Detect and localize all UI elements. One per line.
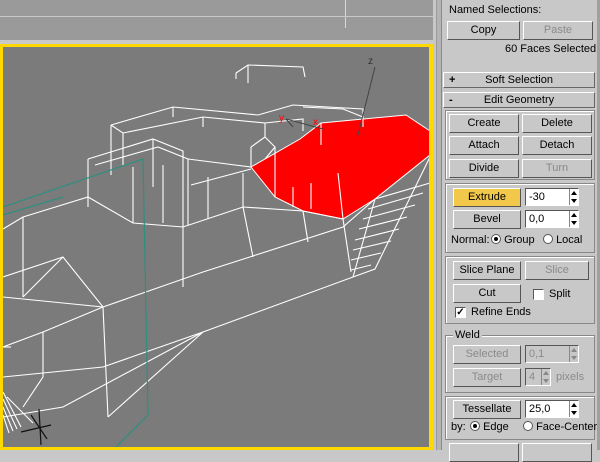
create-button[interactable]: Create bbox=[449, 114, 519, 133]
top-viewport[interactable] bbox=[0, 0, 433, 44]
app-window: z y x Named Selections: Copy Paste 60 Fa… bbox=[0, 0, 600, 462]
viewport-canvas[interactable]: z y x bbox=[3, 47, 433, 450]
extrude-amount-value[interactable]: -30 bbox=[529, 191, 545, 203]
tessellate-tension-value[interactable]: 25,0 bbox=[529, 403, 550, 415]
refine-ends-label: Refine Ends bbox=[471, 306, 531, 318]
split-checkbox[interactable] bbox=[533, 289, 544, 300]
radio-selected-icon[interactable] bbox=[491, 234, 501, 244]
slice-plane-button[interactable]: Slice Plane bbox=[453, 261, 521, 280]
rollout-collapse-icon: - bbox=[449, 94, 453, 106]
weld-title: Weld bbox=[453, 329, 482, 341]
selection-status: 60 Faces Selected bbox=[505, 43, 597, 55]
weld-pixels-value[interactable]: 4 bbox=[529, 371, 535, 383]
split-label: Split bbox=[549, 288, 571, 300]
grid-line bbox=[345, 0, 346, 28]
normal-local-label: Local bbox=[556, 234, 583, 246]
axis-label-y: y bbox=[279, 113, 284, 124]
bevel-amount-value[interactable]: 0,0 bbox=[529, 213, 544, 225]
weld-threshold-spinner[interactable]: 0,1 bbox=[525, 345, 579, 363]
tessellate-edge-label: Edge bbox=[483, 421, 509, 433]
normal-local-radio[interactable]: Local bbox=[543, 234, 582, 246]
copy-button[interactable]: Copy bbox=[447, 21, 520, 40]
spinner-arrows-icon[interactable] bbox=[541, 369, 550, 385]
perspective-viewport[interactable]: z y x bbox=[0, 44, 433, 450]
extrude-button[interactable]: Extrude bbox=[453, 188, 521, 207]
cut-button[interactable]: Cut bbox=[453, 284, 521, 303]
radio-unselected-icon[interactable] bbox=[523, 421, 533, 431]
spinner-arrows-icon[interactable] bbox=[569, 189, 578, 205]
paste-button[interactable]: Paste bbox=[523, 21, 593, 40]
rollout-title: Soft Selection bbox=[485, 74, 553, 86]
soft-selection-rollout[interactable]: + Soft Selection bbox=[443, 72, 595, 88]
weld-threshold-value[interactable]: 0,1 bbox=[529, 348, 544, 360]
turn-button[interactable]: Turn bbox=[522, 159, 592, 178]
spinner-arrows-icon[interactable] bbox=[569, 211, 578, 227]
named-selections-label: Named Selections: bbox=[449, 4, 542, 16]
weld-pixels-spinner[interactable]: 4 bbox=[525, 368, 551, 386]
slice-button[interactable]: Slice bbox=[525, 261, 589, 280]
bevel-amount-spinner[interactable]: 0,0 bbox=[525, 210, 579, 228]
command-panel: Named Selections: Copy Paste 60 Faces Se… bbox=[436, 0, 600, 462]
selected-faces[interactable] bbox=[250, 114, 430, 220]
axis-label-x: x bbox=[313, 117, 318, 128]
detach-button[interactable]: Detach bbox=[522, 136, 592, 155]
delete-button[interactable]: Delete bbox=[522, 114, 592, 133]
tessellate-by-label: by: bbox=[451, 421, 466, 433]
radio-selected-icon[interactable] bbox=[470, 421, 480, 431]
axis-label-z: z bbox=[368, 56, 373, 67]
bevel-button[interactable]: Bevel bbox=[453, 210, 521, 229]
extrude-amount-spinner[interactable]: -30 bbox=[525, 188, 579, 206]
grid-line bbox=[0, 16, 433, 17]
rollout-expand-icon: + bbox=[449, 74, 456, 86]
weld-target-button[interactable]: Target bbox=[453, 368, 521, 387]
next-row-button-left[interactable] bbox=[449, 443, 519, 462]
divide-button[interactable]: Divide bbox=[449, 159, 519, 178]
next-row-button-right[interactable] bbox=[522, 443, 592, 462]
weld-pixels-unit: pixels bbox=[556, 371, 585, 383]
spinner-arrows-icon[interactable] bbox=[569, 346, 578, 362]
spinner-arrows-icon[interactable] bbox=[569, 401, 578, 417]
tessellate-face-center-radio[interactable]: Face-Center bbox=[523, 421, 597, 433]
attach-button[interactable]: Attach bbox=[449, 136, 519, 155]
world-axis-icon bbox=[20, 408, 52, 446]
rollout-title: Edit Geometry bbox=[483, 94, 555, 106]
tessellate-tension-spinner[interactable]: 25,0 bbox=[525, 400, 579, 418]
normal-group-radio[interactable]: Group bbox=[491, 234, 535, 246]
edit-geometry-rollout[interactable]: - Edit Geometry bbox=[443, 92, 595, 108]
tessellate-button[interactable]: Tessellate bbox=[453, 400, 521, 419]
normal-group-label: Group bbox=[504, 234, 535, 246]
panel-scrollbar[interactable] bbox=[437, 0, 442, 450]
tessellate-face-center-label: Face-Center bbox=[536, 421, 598, 433]
refine-ends-checkbox[interactable]: ✓ bbox=[455, 307, 466, 318]
normal-label: Normal: bbox=[451, 234, 490, 246]
weld-selected-button[interactable]: Selected bbox=[453, 345, 521, 364]
tessellate-edge-radio[interactable]: Edge bbox=[470, 421, 509, 433]
radio-unselected-icon[interactable] bbox=[543, 234, 553, 244]
